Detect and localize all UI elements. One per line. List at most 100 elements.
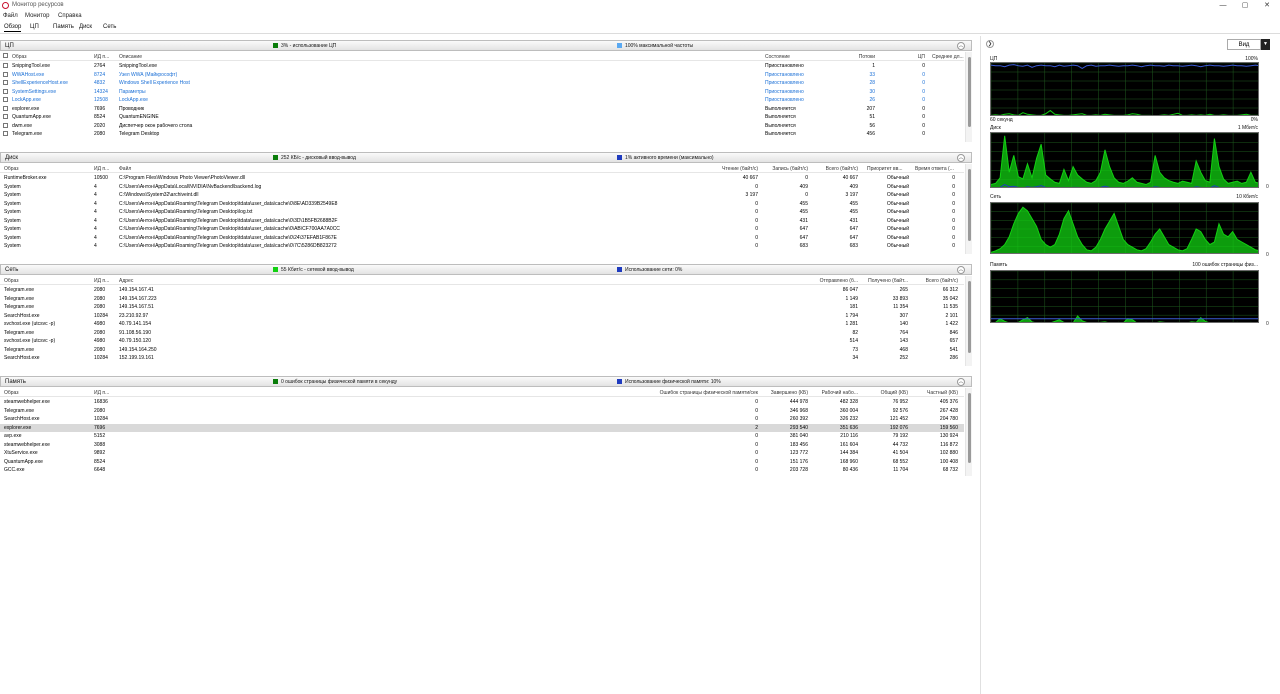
col-private[interactable]: Частный (КБ) [912, 390, 958, 396]
col-image[interactable]: Образ [12, 54, 87, 60]
col-shareable[interactable]: Общий (КБ) [862, 390, 908, 396]
row-checkbox[interactable] [3, 122, 8, 128]
col-read[interactable]: Чтение (байт/с) [708, 166, 758, 172]
col-received[interactable]: Получено (байт... [862, 278, 908, 284]
scroll-thumb[interactable] [968, 169, 971, 241]
table-row[interactable]: SearchHost.exe 10284 152.199.19.161 34 252 28… [0, 354, 964, 363]
col-cpu[interactable]: ЦП [895, 54, 925, 60]
disk-scrollbar[interactable] [965, 164, 972, 254]
col-threads[interactable]: Потоки [840, 54, 875, 60]
maximize-button[interactable]: ▢ [1234, 0, 1256, 12]
table-row[interactable]: Telegram.exe 2080 149.154.167.51 181 11 354 1… [0, 303, 964, 312]
table-row[interactable]: Telegram.exe 2080 149.154.167.41 86 047 265 6… [0, 286, 964, 295]
view-button[interactable]: Вид [1227, 39, 1261, 50]
collapse-icon[interactable]: ︿ [957, 42, 965, 50]
scroll-thumb[interactable] [968, 281, 971, 353]
table-row[interactable]: Telegram.exe 2080 91.108.56.190 82 764 846 [0, 329, 964, 338]
table-row[interactable]: QuantumApp.exe 8524 0 151 176 168 960 68 552 1… [0, 458, 964, 467]
col-image[interactable]: Образ [4, 390, 84, 396]
col-hard-faults[interactable]: Ошибок страницы физической памяти/сек [590, 390, 758, 396]
col-total[interactable]: Всего (байт/с) [914, 278, 958, 284]
col-total[interactable]: Всего (байт/с) [812, 166, 858, 172]
expand-icon[interactable]: ❯ [986, 40, 994, 48]
table-row[interactable]: System 4 C:\Users\Антон\AppData\Roaming\Te… [0, 208, 964, 217]
minimize-button[interactable]: — [1212, 0, 1234, 12]
table-row[interactable]: GCC.exe 6648 0 203 728 80 436 11 704 68 732 [0, 466, 964, 475]
table-row[interactable]: System 4 C:\Users\Антон\AppData\Roaming\Te… [0, 217, 964, 226]
col-image[interactable]: Образ [4, 166, 84, 172]
table-row[interactable]: QuantumApp.exe 8524 QuantumENGINE Выполняет… [0, 113, 964, 122]
table-row[interactable]: SearchHost.exe 10284 0 260 392 326 232 121 45… [0, 415, 964, 424]
chevron-down-icon[interactable]: ▼ [1261, 39, 1270, 50]
close-button[interactable]: ✕ [1256, 0, 1278, 12]
col-sent[interactable]: Отправлено (б... [808, 278, 858, 284]
tab-memory[interactable]: Память [53, 24, 74, 30]
collapse-icon[interactable]: ︿ [957, 378, 965, 386]
table-row[interactable]: svchost.exe (utcsvc -p) 4980 40.79.150.120… [0, 337, 964, 346]
table-row[interactable]: SnippingTool.exe 2764 SnippingTool.exe Прио… [0, 62, 964, 71]
table-row[interactable]: Telegram.exe 2080 0 346 968 360 004 92 576 267… [0, 407, 964, 416]
tab-network[interactable]: Сеть [103, 24, 116, 30]
col-description[interactable]: Описание [119, 54, 319, 60]
table-row[interactable]: LockApp.exe 12508 LockApp.exe Приостановлен… [0, 96, 964, 105]
row-checkbox[interactable] [3, 88, 8, 94]
table-row[interactable]: Telegram.exe 2080 Telegram Desktop Выполняе… [0, 130, 964, 139]
table-row[interactable]: steamwebhelper.exe 3088 0 183 456 161 604 44 … [0, 441, 964, 450]
col-pid[interactable]: ИД п... [94, 166, 116, 172]
row-checkbox[interactable] [3, 71, 8, 77]
col-address[interactable]: Адрес [119, 278, 319, 284]
select-all-checkbox[interactable] [3, 53, 8, 58]
col-avg[interactable]: Среднее дл... [932, 54, 964, 60]
table-row[interactable]: SearchHost.exe 10284 23.210.92.97 1 794 307 2… [0, 312, 964, 321]
table-row[interactable]: System 4 C:\Users\Антон\AppData\Roaming\Te… [0, 225, 964, 234]
table-row[interactable]: svchost.exe (utcsvc -p) 4980 40.79.141.154… [0, 320, 964, 329]
col-response[interactable]: Время ответа (... [915, 166, 960, 172]
scroll-thumb[interactable] [968, 393, 971, 463]
row-checkbox[interactable] [3, 105, 8, 111]
collapse-icon[interactable]: ︿ [957, 154, 965, 162]
memory-panel-header[interactable]: Память 0 ошибок страницы физической памя… [0, 376, 972, 387]
col-priority[interactable]: Приоритет вв... [867, 166, 909, 172]
row-checkbox[interactable] [3, 80, 8, 85]
table-row[interactable]: System 4 C:\Users\Антон\AppData\Roaming\Te… [0, 234, 964, 243]
tab-overview[interactable]: Обзор [4, 24, 22, 32]
row-checkbox[interactable] [3, 97, 8, 102]
table-row[interactable]: Telegram.exe 2080 149.154.167.223 1 149 33 8… [0, 295, 964, 304]
table-row[interactable]: System 4 C:\Windows\System32\archiveint.dl… [0, 191, 964, 200]
col-state[interactable]: Состояние [765, 54, 825, 60]
network-panel-header[interactable]: Сеть 55 Кбит/с - сетевой ввод-вывод Испо… [0, 264, 972, 275]
table-row[interactable]: explorer.exe 7696 Проводник Выполняется 207 0 [0, 105, 964, 114]
cpu-scrollbar[interactable] [965, 52, 972, 142]
table-row[interactable]: ShellExperienceHost.exe 4832 Windows Shell… [0, 79, 964, 88]
table-row[interactable]: RuntimeBroker.exe 10500 C:\Program Files\W… [0, 174, 964, 183]
table-row[interactable]: System 4 C:\Users\Антон\AppData\Roaming\Te… [0, 242, 964, 251]
table-row[interactable]: dwm.exe 2020 Диспетчер окон рабочего стола… [0, 122, 964, 131]
row-checkbox[interactable] [3, 131, 8, 136]
collapse-icon[interactable]: ︿ [957, 266, 965, 274]
col-write[interactable]: Запись (байт/с) [762, 166, 808, 172]
table-row[interactable]: steamwebhelper.exe 16836 0 444 978 482 328 76… [0, 398, 964, 407]
col-image[interactable]: Образ [4, 278, 84, 284]
tab-disk[interactable]: Диск [79, 24, 92, 30]
table-row[interactable]: System 4 C:\Users\Антон\AppData\Roaming\Te… [0, 200, 964, 209]
menu-file[interactable]: Файл [3, 13, 18, 19]
disk-panel-header[interactable]: Диск 252 КБ/с - дисковый ввод-вывод 1% а… [0, 152, 972, 163]
network-scrollbar[interactable] [965, 276, 972, 366]
table-row[interactable]: System 4 C:\Users\Антон\AppData\Local\NVID… [0, 183, 964, 192]
col-pid[interactable]: ИД п... [94, 390, 116, 396]
menu-monitor[interactable]: Монитор [25, 13, 49, 19]
col-working-set[interactable]: Рабочий набо... [812, 390, 858, 396]
cpu-panel-header[interactable]: ЦП 3% - использование ЦП 100% максимальн… [0, 40, 972, 51]
table-row[interactable]: WWAHost.exe 8724 Узел WWA (Майкрософт) Прио… [0, 71, 964, 80]
table-row[interactable]: Telegram.exe 2080 149.154.164.250 73 468 541 [0, 346, 964, 355]
row-checkbox[interactable] [3, 114, 8, 119]
tab-cpu[interactable]: ЦП [30, 24, 39, 30]
col-pid[interactable]: ИД п... [94, 54, 116, 60]
table-row[interactable]: explorer.exe 7696 2 293 540 351 636 192 076 15… [0, 423, 964, 432]
row-checkbox[interactable] [3, 63, 8, 68]
menu-help[interactable]: Справка [58, 13, 82, 19]
table-row[interactable]: avp.exe 5152 0 381 040 210 116 79 192 130 924 [0, 432, 964, 441]
table-row[interactable]: XtuService.exe 9892 0 123 772 144 384 41 504 1… [0, 449, 964, 458]
table-row[interactable]: SystemSettings.exe 14324 Параметры Приостан… [0, 88, 964, 97]
col-pid[interactable]: ИД п... [94, 278, 116, 284]
